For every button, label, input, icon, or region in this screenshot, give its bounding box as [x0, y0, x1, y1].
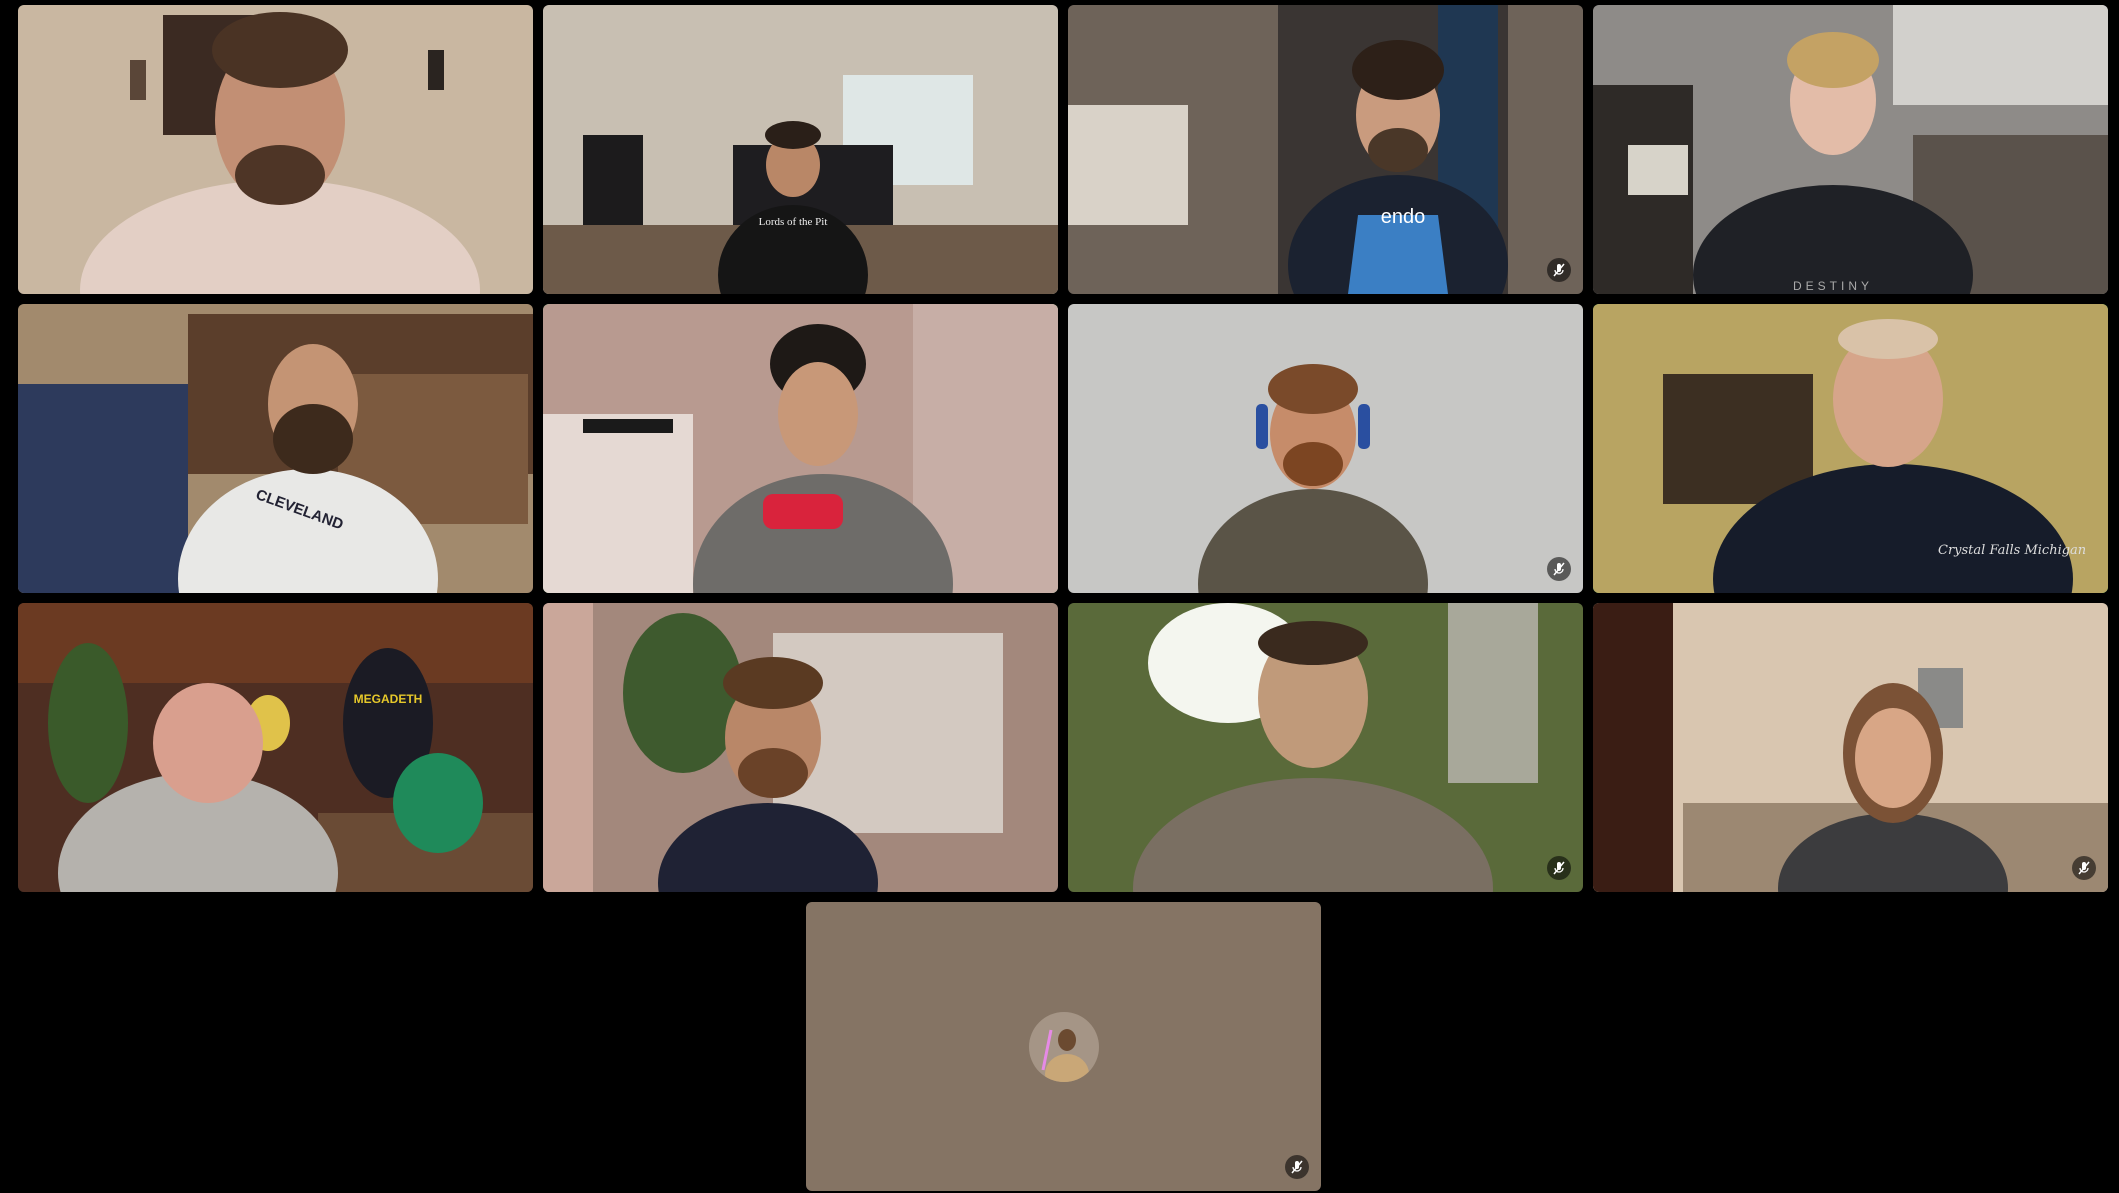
video-tile-8[interactable]: Crystal Falls Michigan: [1593, 304, 2108, 593]
video-tile-3[interactable]: endo: [1068, 5, 1583, 294]
participant-video-6: [543, 304, 1058, 593]
jedi-avatar-icon: [1028, 1011, 1099, 1082]
shirt-text-4: DESTINY: [1793, 279, 1873, 293]
participant-video-8: Crystal Falls Michigan: [1593, 304, 2108, 593]
mic-muted-icon: [1547, 258, 1571, 282]
shirt-text-2: Lords of the Pit: [759, 216, 828, 228]
participant-video-9: MEGADETH: [18, 603, 533, 892]
video-tile-7[interactable]: [1068, 304, 1583, 593]
participant-video-2: Lords of the Pit: [543, 5, 1058, 294]
shirt-text-3: endo: [1381, 206, 1426, 228]
participant-video-12: [1593, 603, 2108, 892]
participant-video-4: DESTINY: [1593, 5, 2108, 294]
video-tile-12[interactable]: [1593, 603, 2108, 892]
participant-video-11: [1068, 603, 1583, 892]
video-tile-9[interactable]: MEGADETH: [18, 603, 533, 892]
shirt-text-9: MEGADETH: [354, 692, 423, 706]
participant-video-7: [1068, 304, 1583, 593]
participant-video-10: [543, 603, 1058, 892]
shirt-text-8: Crystal Falls Michigan: [1938, 543, 2086, 558]
video-tile-2[interactable]: Lords of the Pit: [543, 5, 1058, 294]
participant-video-3: endo: [1068, 5, 1583, 294]
video-tile-13[interactable]: [806, 902, 1321, 1191]
video-tile-10[interactable]: [543, 603, 1058, 892]
video-tile-1[interactable]: [18, 5, 533, 294]
mic-muted-icon: [2072, 856, 2096, 880]
video-tile-4[interactable]: DESTINY: [1593, 5, 2108, 294]
video-tile-6[interactable]: [543, 304, 1058, 593]
mic-muted-icon: [1547, 856, 1571, 880]
participant-video-5: CLEVELAND: [18, 304, 533, 593]
mic-muted-icon: [1547, 557, 1571, 581]
video-tile-11[interactable]: [1068, 603, 1583, 892]
video-tile-5[interactable]: CLEVELAND: [18, 304, 533, 593]
participant-video-1: [18, 5, 533, 294]
mic-muted-icon: [1285, 1155, 1309, 1179]
